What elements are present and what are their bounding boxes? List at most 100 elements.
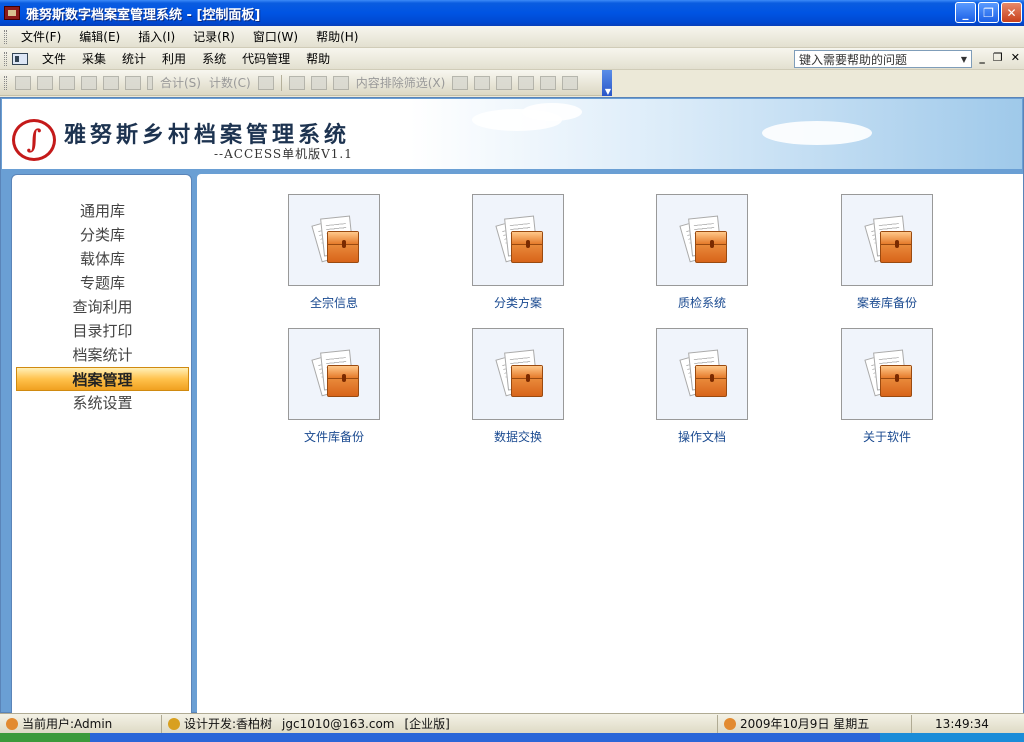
status-user-text: 当前用户:Admin bbox=[22, 717, 113, 731]
tile-button[interactable] bbox=[472, 194, 564, 286]
new-record-icon[interactable] bbox=[15, 75, 31, 90]
content-area: 全宗信息 分类方案 质检系统 案卷库备份 文件库备份 数据交换 操作文档 关于软… bbox=[197, 174, 1023, 714]
tile-button[interactable] bbox=[288, 328, 380, 420]
help-question-placeholder: 键入需要帮助的问题 bbox=[799, 52, 908, 67]
insert-row-icon[interactable] bbox=[59, 75, 75, 90]
tile-label[interactable]: 关于软件 bbox=[802, 428, 972, 445]
tile-about[interactable]: 关于软件 bbox=[802, 328, 972, 456]
filter-icon[interactable] bbox=[474, 75, 491, 90]
sum-button[interactable]: 合计(S) bbox=[160, 74, 201, 91]
menu2-system[interactable]: 系统 bbox=[194, 50, 234, 67]
nav-item-media-library[interactable]: 载体库 bbox=[16, 247, 189, 271]
clear-filter-icon[interactable] bbox=[540, 75, 557, 90]
count-button[interactable]: 计数(C) bbox=[209, 74, 251, 91]
tile-data-exchange[interactable]: 数据交换 bbox=[433, 328, 603, 456]
table-icon[interactable] bbox=[103, 75, 119, 90]
tile-quality-check[interactable]: 质检系统 bbox=[617, 194, 787, 322]
binoculars-icon[interactable] bbox=[562, 75, 579, 90]
nav-item-catalog-print[interactable]: 目录打印 bbox=[16, 319, 189, 343]
content-exclude-filter-button[interactable]: 内容排除筛选(X) bbox=[356, 74, 446, 91]
main-menu-bar: 文件(F) 编辑(E) 插入(I) 记录(R) 窗口(W) 帮助(H) bbox=[0, 26, 1024, 48]
chevron-down-icon[interactable]: ▼ bbox=[961, 55, 967, 64]
nav-item-query[interactable]: 查询利用 bbox=[16, 295, 189, 319]
minimize-icon[interactable]: _ bbox=[955, 2, 976, 23]
menu2-file[interactable]: 文件 bbox=[34, 50, 74, 67]
tile-classification-scheme[interactable]: 分类方案 bbox=[433, 194, 603, 322]
nav-item-category-library[interactable]: 分类库 bbox=[16, 223, 189, 247]
close-icon[interactable]: ✕ bbox=[1001, 2, 1022, 23]
print-icon[interactable] bbox=[257, 75, 274, 90]
tile-user-manual[interactable]: 操作文档 bbox=[617, 328, 787, 456]
menu2-help[interactable]: 帮助 bbox=[298, 50, 338, 67]
menu-edit[interactable]: 编辑(E) bbox=[70, 28, 129, 45]
nav-item-archive-stats[interactable]: 档案统计 bbox=[16, 343, 189, 367]
status-user: 当前用户:Admin bbox=[0, 714, 162, 733]
archive-envelope-icon bbox=[327, 231, 359, 263]
restore-icon[interactable]: ❐ bbox=[978, 2, 999, 23]
tile-button[interactable] bbox=[472, 328, 564, 420]
sort-asc-icon[interactable] bbox=[288, 75, 305, 90]
nav-item-topic-library[interactable]: 专题库 bbox=[16, 271, 189, 295]
control-panel-form: ∫ 雅努斯乡村档案管理系统 --ACCESS单机版V1.1 通用库 分类库 载体… bbox=[0, 97, 1024, 714]
grip-icon[interactable] bbox=[4, 29, 7, 44]
tile-label[interactable]: 文件库备份 bbox=[249, 428, 419, 445]
mdi-restore-icon[interactable]: ❐ bbox=[993, 51, 1003, 64]
help-question-input[interactable]: 键入需要帮助的问题 ▼ bbox=[794, 50, 972, 68]
filter-form-icon[interactable] bbox=[452, 75, 469, 90]
nav-item-general-library[interactable]: 通用库 bbox=[16, 199, 189, 223]
menu2-code-mgmt[interactable]: 代码管理 bbox=[234, 50, 298, 67]
status-email: jgc1010@163.com bbox=[282, 716, 395, 731]
cloud-decoration bbox=[762, 121, 872, 145]
separator bbox=[280, 74, 282, 91]
menu-help[interactable]: 帮助(H) bbox=[307, 28, 367, 45]
nav-item-system-settings[interactable]: 系统设置 bbox=[16, 391, 189, 415]
filter-exclude-icon[interactable] bbox=[332, 75, 349, 90]
menu-window[interactable]: 窗口(W) bbox=[244, 28, 307, 45]
form-icon[interactable] bbox=[12, 52, 28, 65]
window-title: 雅努斯数字档案室管理系统 - [控制面板] bbox=[26, 7, 261, 23]
sort-desc-icon[interactable] bbox=[310, 75, 327, 90]
tile-file-backup[interactable]: 文件库备份 bbox=[249, 328, 419, 456]
title-bar[interactable]: 雅努斯数字档案室管理系统 - [控制面板] _ ❐ ✕ bbox=[0, 0, 1024, 26]
tile-button[interactable] bbox=[656, 328, 748, 420]
apply-filter-icon[interactable] bbox=[496, 75, 513, 90]
find-icon[interactable] bbox=[37, 75, 53, 90]
tile-button[interactable] bbox=[656, 194, 748, 286]
grip-icon[interactable] bbox=[4, 51, 7, 66]
tile-fonds-info[interactable]: 全宗信息 bbox=[249, 194, 419, 322]
delete-row-icon[interactable] bbox=[81, 75, 97, 90]
menu2-use[interactable]: 利用 bbox=[154, 50, 194, 67]
app-icon[interactable] bbox=[4, 6, 20, 20]
tile-button[interactable] bbox=[288, 194, 380, 286]
menu-records[interactable]: 记录(R) bbox=[184, 28, 244, 45]
toolbar-dock-area bbox=[612, 70, 1024, 96]
columns-icon[interactable] bbox=[125, 75, 141, 90]
tile-label[interactable]: 数据交换 bbox=[433, 428, 603, 445]
status-time-text: 13:49:34 bbox=[935, 716, 989, 731]
tile-label[interactable]: 案卷库备份 bbox=[802, 294, 972, 311]
mdi-minimize-icon[interactable]: _ bbox=[979, 51, 985, 64]
tile-label[interactable]: 分类方案 bbox=[433, 294, 603, 311]
grip-icon[interactable] bbox=[4, 75, 7, 90]
menu-file[interactable]: 文件(F) bbox=[12, 28, 70, 45]
archive-envelope-icon bbox=[695, 365, 727, 397]
tile-label[interactable]: 全宗信息 bbox=[249, 294, 419, 311]
taskbar-strip bbox=[0, 733, 1024, 742]
status-date: 2009年10月9日 星期五 bbox=[718, 714, 912, 733]
nav-item-archive-management[interactable]: 档案管理 bbox=[16, 367, 189, 391]
tile-label[interactable]: 质检系统 bbox=[617, 294, 787, 311]
tile-button[interactable] bbox=[841, 328, 933, 420]
tile-volume-backup[interactable]: 案卷库备份 bbox=[802, 194, 972, 322]
mdi-close-icon[interactable]: ✕ bbox=[1011, 51, 1020, 64]
menu2-stats[interactable]: 统计 bbox=[114, 50, 154, 67]
menu2-collect[interactable]: 采集 bbox=[74, 50, 114, 67]
mdi-controls: _ ❐ ✕ bbox=[979, 51, 1020, 64]
status-time: 13:49:34 bbox=[912, 715, 1012, 733]
tile-button[interactable] bbox=[841, 194, 933, 286]
remove-filter-icon[interactable] bbox=[518, 75, 535, 90]
app-logo: ∫ bbox=[12, 119, 56, 161]
archive-envelope-icon bbox=[327, 365, 359, 397]
exclamation-icon[interactable] bbox=[147, 75, 153, 90]
tile-label[interactable]: 操作文档 bbox=[617, 428, 787, 445]
menu-insert[interactable]: 插入(I) bbox=[129, 28, 184, 45]
